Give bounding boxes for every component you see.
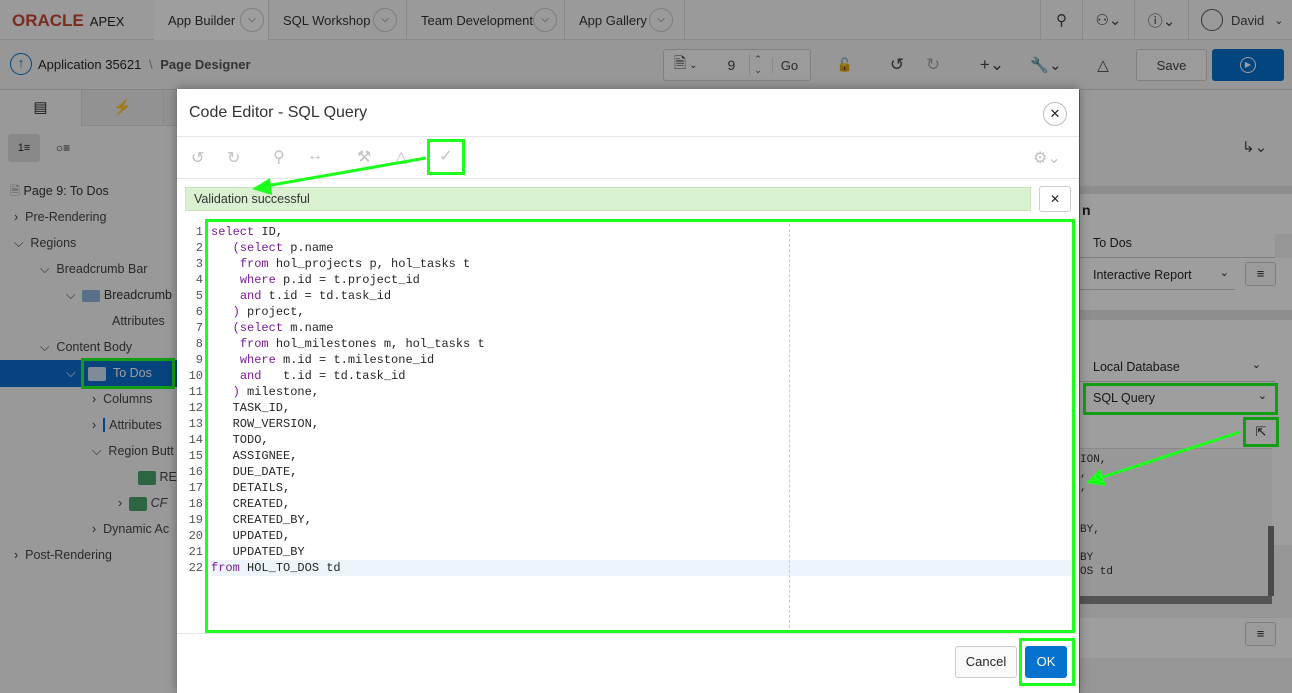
hammer-icon[interactable]: ⚒ (357, 147, 371, 167)
dialog-footer: Cancel OK (177, 633, 1079, 693)
settings-icon[interactable]: ⚙⌄ (1033, 148, 1061, 168)
line-number: 12 (188, 401, 203, 415)
dialog-title: Code Editor - SQL Query (189, 104, 368, 121)
validate-icon[interactable]: ✓ (427, 139, 465, 175)
line-number: 11 (188, 385, 203, 399)
line-number: 9 (195, 353, 203, 367)
validation-message: Validation successful (185, 187, 1031, 211)
line-number: 21 (188, 545, 203, 559)
editor-toolbar: ↺ ↻ ⚲ ↔ ⚒ △ ⚙⌄ (177, 137, 1079, 179)
line-number: 5 (195, 289, 203, 303)
dialog-header: Code Editor - SQL Query ✕ (177, 89, 1079, 137)
line-number: 10 (188, 369, 203, 383)
line-number: 13 (188, 417, 203, 431)
line-number: 16 (188, 465, 203, 479)
redo-icon[interactable]: ↻ (227, 148, 240, 168)
undo-icon[interactable]: ↺ (191, 148, 204, 168)
line-number: 3 (195, 257, 203, 271)
dismiss-message-button[interactable]: ✕ (1039, 186, 1071, 212)
line-number: 14 (188, 433, 203, 447)
line-number: 1 (195, 225, 203, 239)
query-builder-icon[interactable]: △ (395, 147, 407, 167)
line-number: 18 (188, 497, 203, 511)
cancel-button[interactable]: Cancel (955, 646, 1017, 678)
search-icon[interactable]: ⚲ (273, 147, 285, 167)
highlight-code-area (205, 219, 1075, 633)
line-number: 17 (188, 481, 203, 495)
line-number: 6 (195, 305, 203, 319)
line-number: 15 (188, 449, 203, 463)
line-number: 19 (188, 513, 203, 527)
ok-button[interactable]: OK (1025, 646, 1067, 678)
line-number: 22 (188, 561, 203, 575)
line-number: 7 (195, 321, 203, 335)
line-numbers: 1 2 3 4 5 6 7 8 9 10 11 12 13 14 15 16 17 18 19 20 21 22 (177, 224, 203, 576)
code-editor-dialog: Code Editor - SQL Query ✕ ↺ ↻ ⚲ ↔ ⚒ △ ⚙⌄… (177, 89, 1079, 693)
close-icon[interactable]: ✕ (1043, 102, 1067, 126)
line-number: 8 (195, 337, 203, 351)
line-number: 4 (195, 273, 203, 287)
line-number: 2 (195, 241, 203, 255)
replace-icon[interactable]: ↔ (307, 147, 323, 165)
line-number: 20 (188, 529, 203, 543)
